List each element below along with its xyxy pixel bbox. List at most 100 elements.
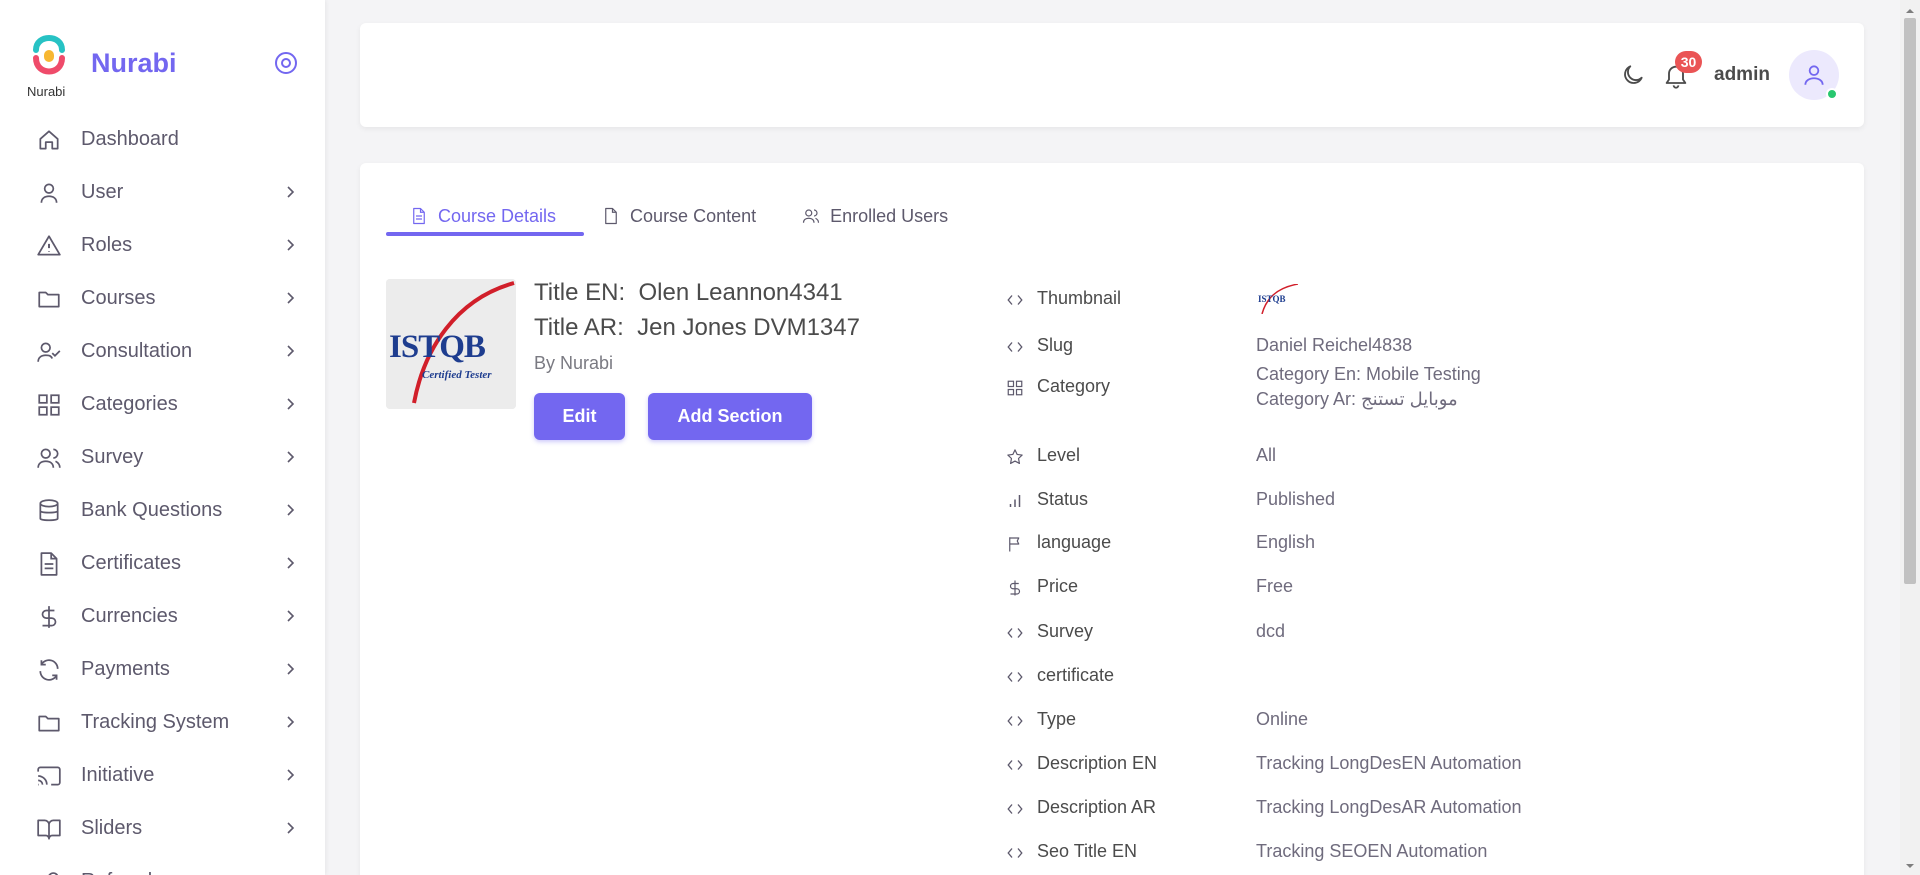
chevron-right-icon xyxy=(282,608,298,624)
scroll-thumb[interactable] xyxy=(1904,18,1916,584)
users-icon xyxy=(36,445,62,471)
sidebar-item-label: Tracking System xyxy=(81,711,230,733)
brand-logo-caption: Nurabi xyxy=(27,84,66,99)
sidebar-item-label: Sliders xyxy=(81,817,143,839)
title-en: Title EN: Olen Leannon4341 xyxy=(534,279,843,307)
scroll-up-icon[interactable] xyxy=(1904,4,1916,16)
tab-course-details[interactable]: Course Details xyxy=(386,196,578,236)
detail-value: Online xyxy=(1256,709,1309,729)
chevron-right-icon xyxy=(282,767,298,783)
active-tab-underline xyxy=(386,232,584,236)
chevron-right-icon xyxy=(282,343,298,359)
refresh-icon xyxy=(36,657,62,683)
scroll-down-icon[interactable] xyxy=(1904,859,1916,871)
detail-label: Seo Title EN xyxy=(1037,841,1138,861)
grid-icon xyxy=(36,392,62,418)
code-icon xyxy=(1006,756,1024,774)
file-text-icon xyxy=(410,207,428,225)
thumbnail-title: ISTQB xyxy=(389,329,486,365)
alert-triangle-icon xyxy=(36,233,62,259)
detail-label: Type xyxy=(1037,709,1077,729)
detail-label: Category xyxy=(1037,376,1111,396)
sidebar-item-sliders[interactable]: Sliders xyxy=(0,802,325,855)
home-icon xyxy=(36,127,62,153)
sidebar-item-label: User xyxy=(81,181,124,203)
sidebar-item-categories[interactable]: Categories xyxy=(0,378,325,431)
chevron-right-icon xyxy=(282,396,298,412)
course-thumbnail: ISTQB Certified Tester xyxy=(386,279,516,409)
detail-label: Description EN xyxy=(1037,753,1158,773)
title-ar-value: Jen Jones DVM1347 xyxy=(637,314,860,341)
code-icon xyxy=(1006,712,1024,730)
sidebar-item-consultation[interactable]: Consultation xyxy=(0,325,325,378)
sidebar-item-tracking-system[interactable]: Tracking System xyxy=(0,696,325,749)
code-icon xyxy=(1006,338,1024,356)
svg-text:ISTQB: ISTQB xyxy=(1258,294,1286,304)
file-icon xyxy=(602,207,620,225)
detail-value: Published xyxy=(1256,489,1336,509)
brand[interactable]: Nurabi xyxy=(26,28,72,102)
detail-label: Level xyxy=(1037,445,1081,465)
detail-value: Tracking LongDesAR Automation xyxy=(1256,797,1522,817)
sidebar-item-label: Payments xyxy=(81,658,170,680)
dollar-icon xyxy=(36,604,62,630)
sidebar-item-payments[interactable]: Payments xyxy=(0,643,325,696)
user-icon xyxy=(1804,65,1824,85)
sidebar-item-dashboard[interactable]: Dashboard xyxy=(0,113,325,166)
brand-name[interactable]: Nurabi xyxy=(91,48,177,79)
book-open-icon xyxy=(36,816,62,842)
sidebar-item-referrals[interactable]: Referrals xyxy=(0,855,325,875)
sidebar-item-certificates[interactable]: Certificates xyxy=(0,537,325,590)
detail-label: Price xyxy=(1037,576,1079,596)
chevron-right-icon xyxy=(282,555,298,571)
chevron-right-icon xyxy=(282,449,298,465)
sidebar-item-roles[interactable]: Roles xyxy=(0,219,325,272)
flag-icon xyxy=(1006,535,1024,553)
sidebar-item-label: Certificates xyxy=(81,552,182,574)
detail-value: Tracking LongDesEN Automation xyxy=(1256,753,1522,773)
title-ar-label: Title AR: xyxy=(534,314,624,341)
sidebar-item-label: Roles xyxy=(81,234,133,256)
sidebar-item-label: Referrals xyxy=(81,870,162,875)
notification-badge: 30 xyxy=(1675,51,1702,73)
sidebar-item-user[interactable]: User xyxy=(0,166,325,219)
detail-value: Daniel Reichel4838 xyxy=(1256,335,1413,355)
sidebar-item-currencies[interactable]: Currencies xyxy=(0,590,325,643)
sidebar-item-courses[interactable]: Courses xyxy=(0,272,325,325)
detail-value: dcd xyxy=(1256,621,1286,641)
code-icon xyxy=(1006,291,1024,309)
detail-value-secondary: Category Ar: موبايل تستنج xyxy=(1256,389,1458,409)
link-icon xyxy=(36,869,62,875)
edit-button[interactable]: Edit xyxy=(534,393,625,440)
username[interactable]: admin xyxy=(1714,64,1770,86)
dollar-icon xyxy=(1006,579,1024,597)
tab-label: Course Content xyxy=(630,205,757,226)
sidebar-item-initiative[interactable]: Initiative xyxy=(0,749,325,802)
tab-label: Enrolled Users xyxy=(830,205,949,226)
add-section-button[interactable]: Add Section xyxy=(648,393,812,440)
moon-icon[interactable] xyxy=(1620,62,1646,88)
title-en-value: Olen Leannon4341 xyxy=(638,279,843,306)
detail-label: Survey xyxy=(1037,621,1094,641)
grid-icon xyxy=(1006,379,1024,397)
user-icon xyxy=(36,180,62,206)
tab-course-content[interactable]: Course Content xyxy=(578,196,778,236)
sidebar-item-label: Courses xyxy=(81,287,156,309)
tab-enrolled-users[interactable]: Enrolled Users xyxy=(778,196,970,236)
detail-value: Free xyxy=(1256,576,1294,596)
folder-icon xyxy=(36,710,62,736)
detail-label: Slug xyxy=(1037,335,1074,355)
code-icon xyxy=(1006,800,1024,818)
detail-value: Category En: Mobile Testing xyxy=(1256,364,1481,384)
chevron-right-icon xyxy=(282,661,298,677)
sidebar-toggle-icon[interactable] xyxy=(274,51,298,75)
code-icon xyxy=(1006,668,1024,686)
user-check-icon xyxy=(36,339,62,365)
sidebar-item-bank-questions[interactable]: Bank Questions xyxy=(0,484,325,537)
bar-chart-icon xyxy=(1006,492,1024,510)
sidebar-item-label: Survey xyxy=(81,446,144,468)
sidebar-item-survey[interactable]: Survey xyxy=(0,431,325,484)
chevron-right-icon xyxy=(282,714,298,730)
sidebar-item-label: Currencies xyxy=(81,605,178,627)
sidebar-item-label: Initiative xyxy=(81,764,155,786)
